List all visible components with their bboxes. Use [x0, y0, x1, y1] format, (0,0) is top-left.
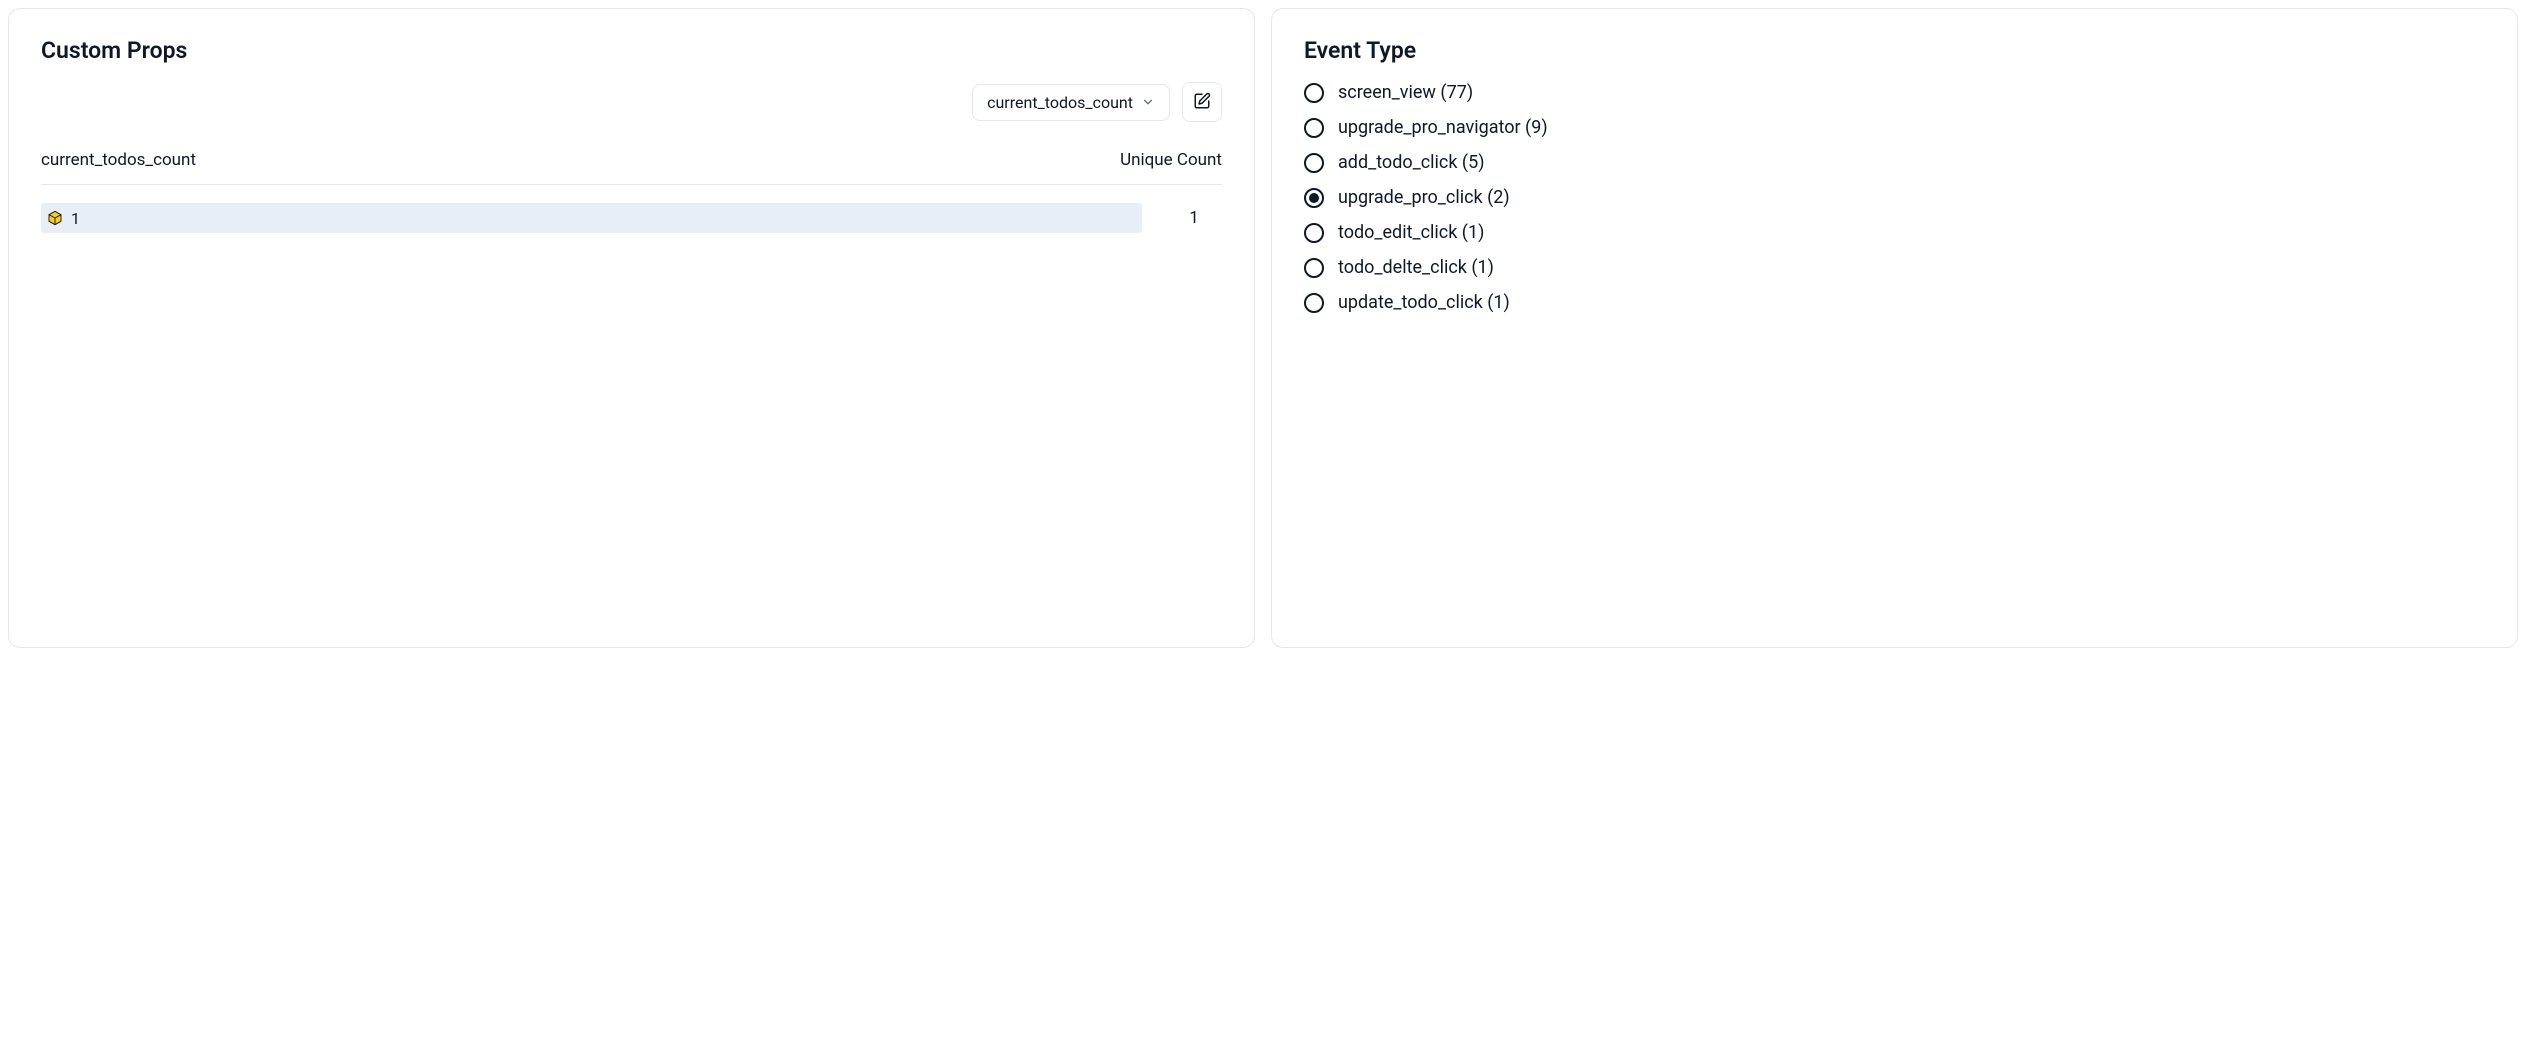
- event-type-option-upgrade_pro_click[interactable]: upgrade_pro_click (2): [1304, 187, 2485, 208]
- radio-icon: [1304, 118, 1324, 138]
- radio-icon: [1304, 223, 1324, 243]
- row-count: 1: [1166, 208, 1222, 228]
- custom-props-title: Custom Props: [41, 37, 1222, 64]
- radio-icon: [1304, 83, 1324, 103]
- event-type-option-add_todo_click[interactable]: add_todo_click (5): [1304, 152, 2485, 173]
- event-type-option-screen_view[interactable]: screen_view (77): [1304, 82, 2485, 103]
- event-type-title: Event Type: [1304, 37, 2485, 64]
- event-type-option-label: upgrade_pro_click (2): [1338, 187, 1510, 208]
- event-type-option-label: screen_view (77): [1338, 82, 1473, 103]
- table-header-count: Unique Count: [1120, 150, 1222, 170]
- event-type-option-label: add_todo_click (5): [1338, 152, 1484, 173]
- bar-fill: 1: [41, 203, 1142, 233]
- radio-icon: [1304, 293, 1324, 313]
- table-header: current_todos_count Unique Count: [41, 150, 1222, 185]
- event-type-option-label: todo_edit_click (1): [1338, 222, 1484, 243]
- event-type-option-todo_delte_click[interactable]: todo_delte_click (1): [1304, 257, 2485, 278]
- event-type-option-label: upgrade_pro_navigator (9): [1338, 117, 1548, 138]
- radio-icon: [1304, 258, 1324, 278]
- radio-icon: [1304, 153, 1324, 173]
- event-type-option-upgrade_pro_navigator[interactable]: upgrade_pro_navigator (9): [1304, 117, 2485, 138]
- radio-icon: [1304, 188, 1324, 208]
- chevron-down-icon: [1141, 95, 1155, 109]
- event-type-option-todo_edit_click[interactable]: todo_edit_click (1): [1304, 222, 2485, 243]
- event-type-option-update_todo_click[interactable]: update_todo_click (1): [1304, 292, 2485, 313]
- event-type-panel: Event Type screen_view (77) upgrade_pro_n…: [1271, 8, 2518, 648]
- table-header-prop: current_todos_count: [41, 150, 196, 170]
- event-type-list: screen_view (77) upgrade_pro_navigator (9…: [1304, 82, 2485, 313]
- custom-props-toolbar: current_todos_count: [41, 82, 1222, 122]
- edit-button[interactable]: [1182, 82, 1222, 122]
- event-type-option-label: update_todo_click (1): [1338, 292, 1510, 313]
- bar-track: 1: [41, 203, 1142, 233]
- edit-icon: [1193, 92, 1211, 113]
- prop-select-value: current_todos_count: [987, 93, 1133, 112]
- event-type-option-label: todo_delte_click (1): [1338, 257, 1494, 278]
- table-row[interactable]: 1 1: [41, 203, 1222, 233]
- package-icon: [47, 210, 63, 226]
- custom-props-panel: Custom Props current_todos_count current…: [8, 8, 1255, 648]
- prop-select-dropdown[interactable]: current_todos_count: [972, 84, 1170, 121]
- row-label: 1: [71, 209, 80, 228]
